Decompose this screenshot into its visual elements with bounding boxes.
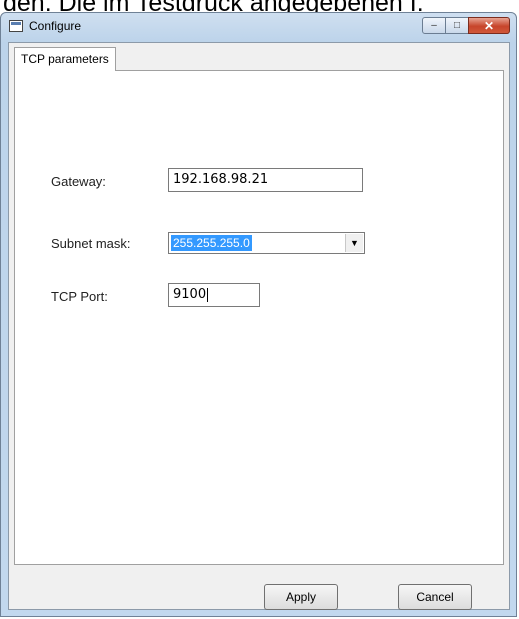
maximize-button[interactable]: □: [445, 17, 469, 34]
window-controls: – □ ✕: [422, 17, 510, 34]
tcp-port-field[interactable]: 9100: [168, 283, 260, 307]
tab-panel-tcp-parameters: Gateway: 192.168.98.21 Subnet mask: 255.…: [14, 70, 504, 565]
subnet-mask-dropdown[interactable]: 255.255.255.0 ▼: [168, 232, 365, 254]
tcp-port-value: 9100: [173, 287, 207, 302]
subnet-mask-label: Subnet mask:: [51, 236, 131, 251]
tab-tcp-parameters[interactable]: TCP parameters: [14, 47, 116, 71]
chevron-down-icon[interactable]: ▼: [345, 234, 363, 252]
cancel-button[interactable]: Cancel: [398, 584, 472, 610]
gateway-field[interactable]: 192.168.98.21: [168, 168, 363, 192]
apply-button[interactable]: Apply: [264, 584, 338, 610]
configure-dialog: Configure – □ ✕ TCP parameters Gateway: …: [0, 12, 517, 617]
title-bar[interactable]: Configure – □ ✕: [1, 13, 516, 41]
minimize-button[interactable]: –: [422, 17, 446, 34]
gateway-label: Gateway:: [51, 174, 106, 189]
close-button[interactable]: ✕: [468, 17, 510, 34]
subnet-mask-value: 255.255.255.0: [171, 235, 252, 251]
tcp-port-label: TCP Port:: [51, 289, 108, 304]
window-title: Configure: [29, 19, 82, 33]
dialog-client-area: TCP parameters Gateway: 192.168.98.21 Su…: [8, 42, 510, 610]
text-caret: [207, 287, 209, 302]
window-app-icon: [9, 20, 23, 32]
